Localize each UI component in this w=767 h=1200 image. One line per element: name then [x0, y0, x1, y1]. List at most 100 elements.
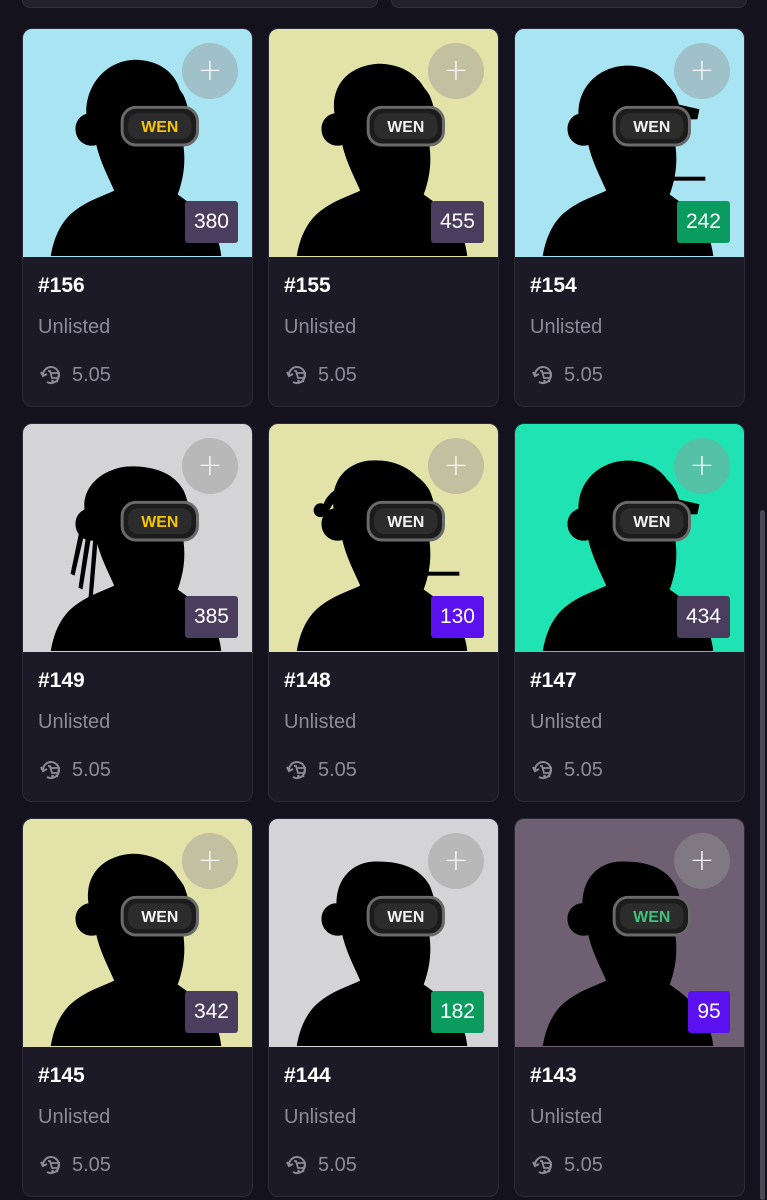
add-to-cart-button[interactable]: + — [674, 438, 730, 494]
goggles: WEN — [120, 895, 199, 937]
last-price: 5.05 — [530, 362, 729, 388]
token-id: #144 — [284, 1064, 331, 1087]
cart-refresh-icon — [40, 366, 61, 385]
nft-card[interactable]: WEN + 385 #149 Unlisted 5.05 — [22, 423, 253, 802]
cart-refresh-icon — [532, 1156, 553, 1175]
add-to-cart-button[interactable]: + — [674, 43, 730, 99]
add-to-cart-button[interactable]: + — [674, 833, 730, 889]
listing-status: Unlisted — [530, 711, 603, 733]
goggles: WEN — [120, 500, 199, 542]
svg-text:WEN: WEN — [633, 514, 670, 531]
svg-text:WEN: WEN — [633, 119, 670, 136]
svg-text:WEN: WEN — [387, 514, 424, 531]
nft-card[interactable]: WEN + 242 #154 Unlisted 5.05 — [514, 28, 745, 407]
goggles: WEN — [612, 895, 691, 937]
card-info: #154 Unlisted 5.05 — [515, 274, 744, 388]
cart-refresh-icon — [40, 1156, 61, 1175]
card-info: #149 Unlisted 5.05 — [23, 669, 252, 783]
goggles: WEN — [612, 105, 691, 147]
card-info: #148 Unlisted 5.05 — [269, 669, 498, 783]
nft-image: WEN WEN + 455 — [269, 29, 498, 257]
add-to-cart-button[interactable]: + — [182, 43, 238, 99]
nft-card[interactable]: WEN WEN + 455 #155 Unlisted — [268, 28, 499, 407]
goggles: WEN — [366, 105, 445, 147]
scrollbar-thumb[interactable] — [760, 510, 765, 1200]
nft-card[interactable]: WEN + 434 #147 Unlisted 5.05 — [514, 423, 745, 802]
rarity-rank-badge: 385 — [184, 596, 238, 638]
listing-status: Unlisted — [38, 1106, 111, 1128]
nft-card[interactable]: WEN WEN + 342 #145 Unlisted — [22, 818, 253, 1197]
card-info: #145 Unlisted 5.05 — [23, 1064, 252, 1178]
nft-card[interactable]: WEN + 95 #143 Unlisted 5.05 — [514, 818, 745, 1197]
price-value: 5.05 — [318, 758, 357, 781]
nft-image: WEN + 130 — [269, 424, 498, 652]
card-info: #156 Unlisted 5.05 — [23, 274, 252, 388]
plus-icon: + — [197, 843, 223, 878]
price-value: 5.05 — [72, 363, 111, 386]
plus-icon: + — [443, 843, 469, 878]
card-info: #143 Unlisted 5.05 — [515, 1064, 744, 1178]
scrollbar[interactable] — [759, 0, 767, 1200]
svg-text:WEN: WEN — [633, 909, 670, 926]
rarity-rank-badge: 130 — [430, 596, 484, 638]
nft-card[interactable]: WEN + 182 #144 Unlisted 5.05 — [268, 818, 499, 1197]
nft-image: WEN + 182 — [269, 819, 498, 1047]
rarity-rank-badge: 182 — [430, 991, 484, 1033]
nft-image: WEN + 385 — [23, 424, 252, 652]
listing-status: Unlisted — [284, 316, 357, 338]
add-to-cart-button[interactable]: + — [182, 438, 238, 494]
nft-card[interactable]: WEN + 380 #156 Unlisted 5.05 — [22, 28, 253, 407]
nft-card[interactable]: WEN + 130 #148 Unlisted 5.05 — [268, 423, 499, 802]
add-to-cart-button[interactable]: + — [428, 438, 484, 494]
add-to-cart-button[interactable]: + — [428, 833, 484, 889]
last-price: 5.05 — [284, 1152, 483, 1178]
cart-refresh-icon — [532, 366, 553, 385]
rarity-rank-badge: 380 — [184, 201, 238, 243]
last-price: 5.05 — [38, 362, 237, 388]
last-price: 5.05 — [284, 757, 483, 783]
last-price: 5.05 — [530, 757, 729, 783]
price-value: 5.05 — [318, 1153, 357, 1176]
previous-row-card-right[interactable] — [391, 0, 747, 8]
price-value: 5.05 — [72, 758, 111, 781]
plus-icon: + — [443, 448, 469, 483]
add-to-cart-button[interactable]: + — [182, 833, 238, 889]
listing-status: Unlisted — [284, 1106, 357, 1128]
token-id: #148 — [284, 669, 331, 692]
goggles: WEN — [366, 895, 445, 937]
svg-text:WEN: WEN — [387, 909, 424, 926]
listing-status: Unlisted — [530, 316, 603, 338]
price-value: 5.05 — [564, 758, 603, 781]
token-id: #143 — [530, 1064, 577, 1087]
cart-refresh-icon — [40, 761, 61, 780]
plus-icon: + — [197, 53, 223, 88]
price-value: 5.05 — [564, 363, 603, 386]
nft-image: WEN + 434 — [515, 424, 744, 652]
add-to-cart-button[interactable]: + — [428, 43, 484, 99]
svg-text:WEN: WEN — [387, 119, 424, 136]
previous-row-card-left[interactable] — [22, 0, 378, 8]
svg-text:WEN: WEN — [141, 119, 178, 136]
listing-status: Unlisted — [38, 711, 111, 733]
listing-status: Unlisted — [38, 316, 111, 338]
rarity-rank-badge: 242 — [676, 201, 730, 243]
last-price: 5.05 — [530, 1152, 729, 1178]
token-id: #156 — [38, 274, 85, 297]
cart-refresh-icon — [286, 366, 307, 385]
svg-text:WEN: WEN — [141, 909, 178, 926]
token-id: #145 — [38, 1064, 85, 1087]
plus-icon: + — [689, 843, 715, 878]
card-info: #155 Unlisted 5.05 — [269, 274, 498, 388]
token-id: #155 — [284, 274, 331, 297]
cart-refresh-icon — [286, 761, 307, 780]
goggles: WEN — [366, 500, 445, 542]
listing-status: Unlisted — [284, 711, 357, 733]
price-value: 5.05 — [318, 363, 357, 386]
svg-text:WEN: WEN — [141, 514, 178, 531]
cart-refresh-icon — [286, 1156, 307, 1175]
nft-image: WEN + 380 — [23, 29, 252, 257]
nft-image: WEN + 242 — [515, 29, 744, 257]
rarity-rank-badge: 434 — [676, 596, 730, 638]
token-id: #147 — [530, 669, 577, 692]
cigarette-shape — [417, 571, 460, 576]
